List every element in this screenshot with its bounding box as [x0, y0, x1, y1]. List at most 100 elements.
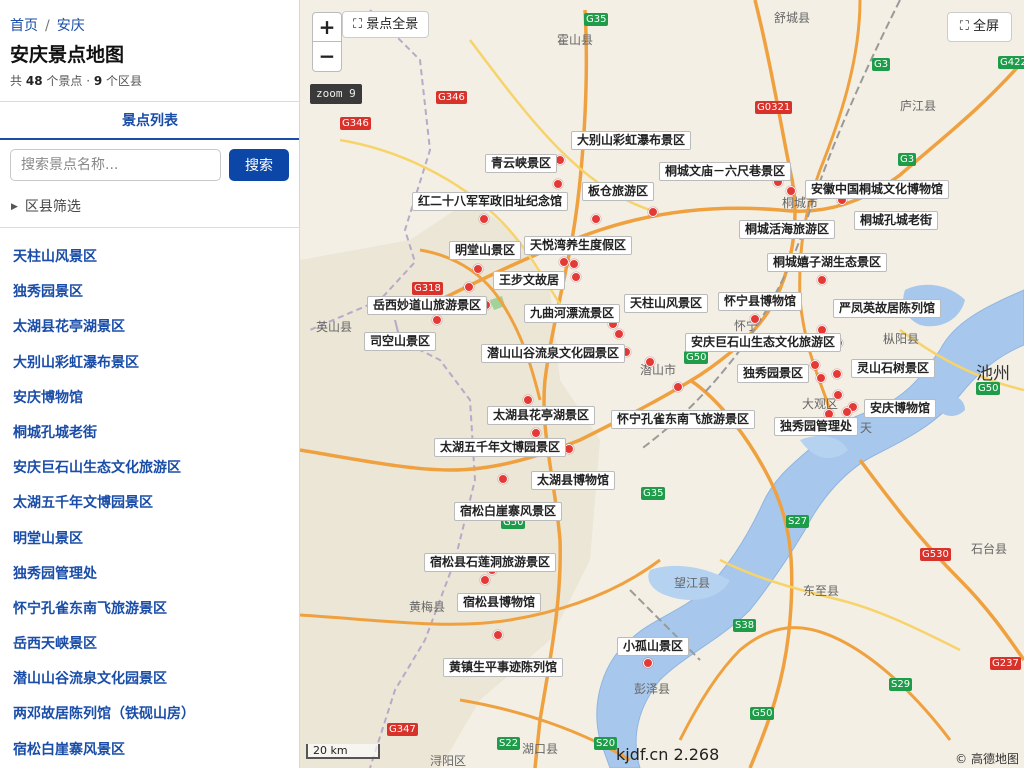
spot-list-item[interactable]: 两邓故居陈列馆（铁砚山房） [0, 697, 299, 732]
road-shield: G50 [684, 351, 709, 364]
spot-list-item[interactable]: 宿松白崖寨风景区 [0, 733, 299, 768]
spot-list-item[interactable]: 独秀园景区 [0, 275, 299, 310]
spot-marker-icon[interactable] [614, 329, 624, 339]
place-name: 东至县 [803, 584, 840, 598]
spot-label[interactable]: 明堂山景区 [449, 241, 522, 260]
spot-marker-icon[interactable] [464, 282, 474, 292]
spot-marker-icon[interactable] [643, 658, 653, 668]
spot-marker-icon[interactable] [498, 474, 508, 484]
spot-list-item[interactable]: 独秀园管理处 [0, 557, 299, 592]
spot-marker-icon[interactable] [591, 214, 601, 224]
place-name: 石台县 [971, 542, 1008, 556]
spot-marker-icon[interactable] [832, 369, 842, 379]
spot-label[interactable]: 桐城嬉子湖生态景区 [767, 253, 888, 272]
spot-label[interactable]: 独秀园管理处 [774, 417, 859, 436]
breadcrumb-current-link[interactable]: 安庆 [57, 18, 85, 34]
spot-label[interactable]: 天悦湾养生度假区 [524, 236, 633, 255]
spot-label[interactable]: 严凤英故居陈列馆 [833, 299, 942, 318]
tab-spot-list[interactable]: 景点列表 [0, 102, 299, 140]
breadcrumb-home-link[interactable]: 首页 [10, 18, 38, 34]
spot-marker-icon[interactable] [645, 357, 655, 367]
spot-marker-icon[interactable] [553, 179, 563, 189]
sidebar: 首页 / 安庆 安庆景点地图 共 48 个景点 · 9 个区县 景点列表 搜索 ▶ 区… [0, 0, 300, 768]
spot-label[interactable]: 桐城文庙－六尺巷景区 [659, 162, 792, 181]
spot-label[interactable]: 太湖五千年文博园景区 [434, 438, 567, 457]
spot-label[interactable]: 大别山彩虹瀑布景区 [571, 131, 692, 150]
spot-label[interactable]: 安庆博物馆 [864, 399, 937, 418]
spot-label[interactable]: 怀宁县博物馆 [718, 292, 803, 311]
district-count: 9 [93, 74, 103, 88]
spot-marker-icon[interactable] [833, 390, 843, 400]
spot-marker-icon[interactable] [479, 214, 489, 224]
spot-marker-icon[interactable] [480, 575, 490, 585]
spot-label[interactable]: 黄镇生平事迹陈列馆 [443, 658, 564, 677]
spot-marker-icon[interactable] [842, 407, 852, 417]
road-shield: S29 [889, 678, 913, 691]
search-button[interactable]: 搜索 [229, 149, 289, 181]
place-name: 霍山县 [557, 33, 594, 47]
spot-label[interactable]: 岳西妙道山旅游景区 [367, 296, 488, 315]
spot-marker-icon[interactable] [816, 373, 826, 383]
spot-label[interactable]: 怀宁孔雀东南飞旅游景区 [611, 410, 756, 429]
spot-marker-icon[interactable] [473, 264, 483, 274]
spot-label[interactable]: 王步文故居 [493, 271, 566, 290]
spot-label[interactable]: 板仓旅游区 [582, 182, 655, 201]
spot-list-item[interactable]: 岳西天峡景区 [0, 627, 299, 662]
district-filter-toggle[interactable]: ▶ 区县筛选 [11, 196, 81, 216]
spot-list-item[interactable]: 大别山彩虹瀑布景区 [0, 346, 299, 381]
spot-marker-icon[interactable] [750, 314, 760, 324]
spot-label[interactable]: 太湖县花亭湖景区 [487, 406, 596, 425]
spot-label[interactable]: 桐城活海旅游区 [739, 220, 836, 239]
spot-list-item[interactable]: 天柱山风景区 [0, 240, 299, 275]
spot-label[interactable]: 宿松县石莲洞旅游景区 [424, 553, 557, 572]
spot-marker-icon[interactable] [523, 395, 533, 405]
spot-marker-icon[interactable] [817, 275, 827, 285]
spot-marker-icon[interactable] [673, 382, 683, 392]
road-shield: G530 [920, 548, 951, 561]
place-name: 望江县 [674, 576, 711, 590]
spot-label[interactable]: 宿松县博物馆 [457, 593, 542, 612]
spot-list-item[interactable]: 明堂山景区 [0, 522, 299, 557]
spot-list-item[interactable]: 安庆博物馆 [0, 381, 299, 416]
spot-count: 48 [25, 74, 43, 88]
spot-marker-icon[interactable] [810, 360, 820, 370]
spot-marker-icon[interactable] [493, 630, 503, 640]
spot-list-item[interactable]: 潜山山谷流泉文化园景区 [0, 662, 299, 697]
spot-label[interactable]: 潜山山谷流泉文化园景区 [481, 344, 626, 363]
spot-label[interactable]: 青云峡景区 [485, 154, 558, 173]
spot-marker-icon[interactable] [571, 272, 581, 282]
spot-label[interactable]: 九曲河漂流景区 [524, 304, 621, 323]
spot-list-item[interactable]: 怀宁孔雀东南飞旅游景区 [0, 592, 299, 627]
spot-label[interactable]: 天柱山风景区 [624, 294, 709, 313]
spot-label[interactable]: 宿松白崖寨风景区 [454, 502, 563, 521]
spot-label[interactable]: 桐城孔城老街 [854, 211, 939, 230]
spot-list-item[interactable]: 太湖五千年文博园景区 [0, 486, 299, 521]
spot-label[interactable]: 安庆巨石山生态文化旅游区 [685, 333, 842, 352]
map-view[interactable]: 霍山县 舒城县 庐江县 桐城市 英山县 怀宁 枞阳县 潜山市 大观区 池州 望江县 东至县 石台县 黄梅县… [300, 0, 1024, 768]
zoom-in-button[interactable]: + [312, 12, 342, 42]
spot-marker-icon[interactable] [559, 257, 569, 267]
spot-label[interactable]: 灵山石树景区 [851, 359, 936, 378]
spot-label[interactable]: 小孤山景区 [617, 637, 690, 656]
fit-all-spots-button[interactable]: ⛶ 景点全景 [342, 11, 430, 38]
spot-label[interactable]: 司空山景区 [364, 332, 437, 351]
spot-list-item[interactable]: 太湖县花亭湖景区 [0, 310, 299, 345]
search-input[interactable] [10, 149, 221, 181]
stats-mid: 个景点 · [46, 74, 91, 88]
place-name: 黄梅县 [409, 600, 446, 614]
road-shield: S20 [594, 737, 618, 750]
spot-marker-icon[interactable] [648, 207, 658, 217]
zoom-out-button[interactable]: − [312, 42, 342, 72]
spot-marker-icon[interactable] [786, 186, 796, 196]
spot-label[interactable]: 太湖县博物馆 [531, 471, 616, 490]
spot-list-item[interactable]: 安庆巨石山生态文化旅游区 [0, 451, 299, 486]
spot-marker-icon[interactable] [569, 259, 579, 269]
spot-marker-icon[interactable] [531, 428, 541, 438]
spot-list-item[interactable]: 桐城孔城老街 [0, 416, 299, 451]
spot-label[interactable]: 红二十八军军政旧址纪念馆 [412, 192, 569, 211]
spot-label[interactable]: 独秀园景区 [737, 364, 810, 383]
road-shield: G35 [641, 487, 666, 500]
spot-marker-icon[interactable] [432, 315, 442, 325]
fullscreen-button[interactable]: ⛶ 全屏 [946, 12, 1012, 42]
spot-label[interactable]: 安徽中国桐城文化博物馆 [805, 180, 950, 199]
